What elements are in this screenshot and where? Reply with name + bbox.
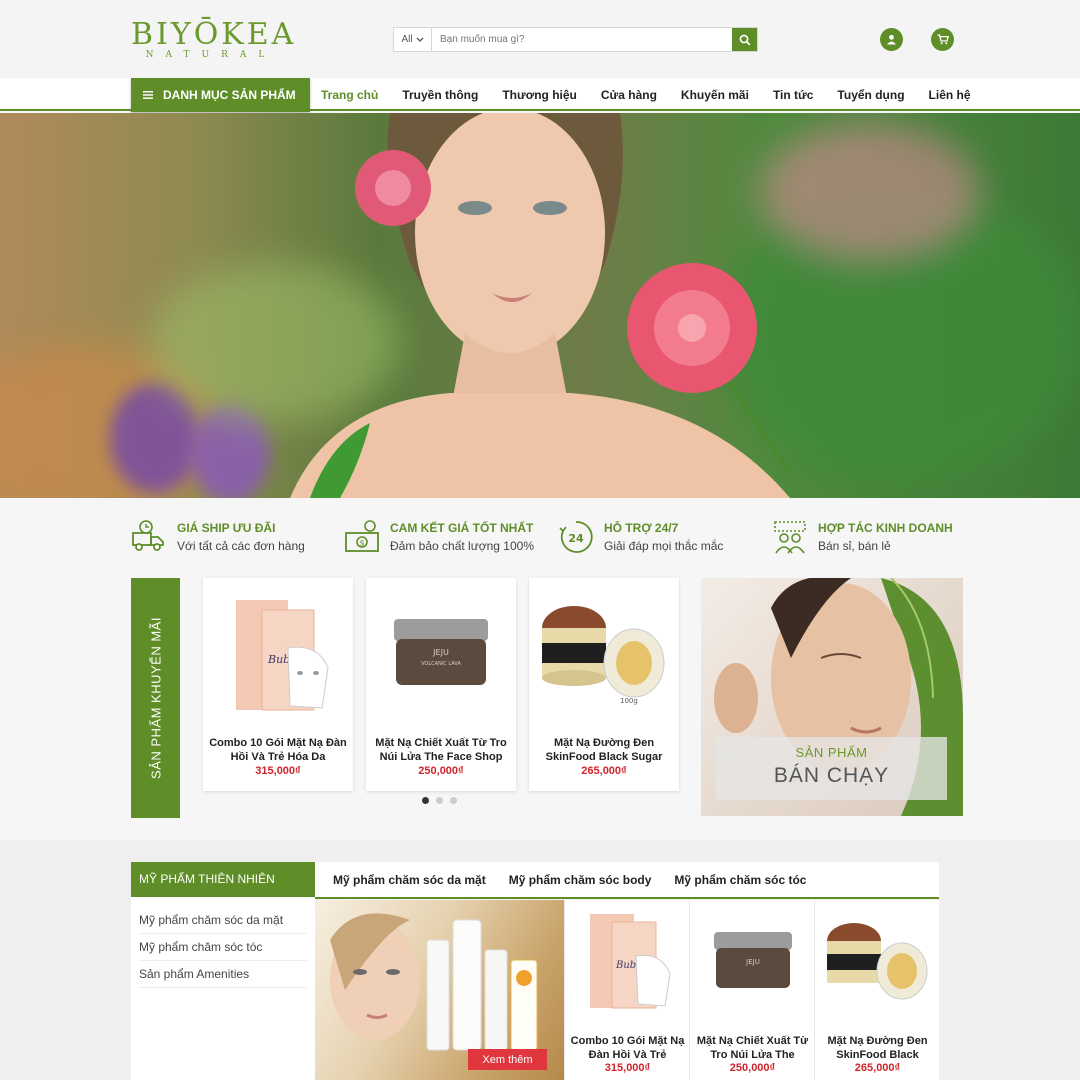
site-logo[interactable]: BIYŌKEA NATURAL: [131, 17, 297, 61]
partnership-icon: [774, 521, 806, 554]
nav-item-home[interactable]: Trang chủ: [321, 88, 378, 102]
nav-item-promotion[interactable]: Khuyến mãi: [681, 88, 749, 102]
tab-hair-care[interactable]: Mỹ phẩm chăm sóc tóc: [674, 873, 806, 887]
sidebar-item-hair-care[interactable]: Mỹ phẩm chăm sóc tóc: [139, 934, 307, 961]
product-image: JEJU VOLCANIC LAVA: [366, 578, 516, 728]
product-card[interactable]: 100g Mặt Nạ Đường Đen SkinFood Black Sug…: [529, 578, 679, 791]
see-more-button[interactable]: Xem thêm: [468, 1049, 547, 1070]
nav-links: Trang chủ Truyền thông Thương hiệu Cửa h…: [321, 78, 995, 111]
feature-subtitle: Với tất cả các đơn hàng: [177, 539, 305, 553]
product-price: 315,000₫: [604, 1062, 651, 1074]
product-name[interactable]: Mặt Nạ Chiết Xuất Từ Tro Núi Lửa The Fac…: [370, 736, 512, 764]
user-icon: [887, 34, 896, 45]
svg-text:100g: 100g: [620, 697, 638, 705]
brand-tagline: NATURAL: [145, 50, 277, 60]
search-category-value: All: [401, 34, 413, 45]
support-24-icon: 24: [559, 521, 593, 553]
product-image: [815, 900, 940, 1022]
nav-item-store[interactable]: Cửa hàng: [601, 88, 657, 102]
feature-subtitle: Giải đáp mọi thắc mắc: [604, 539, 724, 553]
bestseller-banner[interactable]: SẢN PHẨM BÁN CHẠY: [701, 578, 963, 816]
feature-title: HỖ TRỢ 24/7: [604, 521, 679, 535]
product-name[interactable]: Combo 10 Gói Mặt Nạ Đàn Hồi Và Trẻ Hóa D…: [207, 736, 349, 764]
feature-subtitle: Bán sỉ, bán lẻ: [818, 539, 891, 553]
nav-item-contact[interactable]: Liên hệ: [929, 88, 971, 102]
product-card[interactable]: Bubble Combo 10 Gói Mặt Nạ Đàn Hồi Và Tr…: [203, 578, 353, 791]
feature-subtitle: Đảm bảo chất lượng 100%: [390, 539, 534, 553]
nav-item-careers[interactable]: Tuyển dụng: [837, 88, 904, 102]
product-image: JEJU: [690, 900, 815, 1022]
sidebar-item-face-care[interactable]: Mỹ phẩm chăm sóc da mặt: [139, 907, 307, 934]
search-bar: All: [393, 27, 758, 52]
product-name[interactable]: Mặt Nạ Chiết Xuất Từ Tro Núi Lửa The: [693, 1034, 812, 1062]
search-button[interactable]: [732, 28, 757, 51]
category-menu-button[interactable]: DANH MỤC SẢN PHẨM: [131, 78, 310, 112]
carousel-dot[interactable]: [450, 797, 457, 804]
delivery-truck-icon: [132, 520, 164, 551]
product-price: 265,000₫: [854, 1062, 901, 1074]
product-price: 250,000₫: [729, 1062, 776, 1074]
section-heading: MỸ PHẨM THIÊN NHIÊN: [131, 862, 315, 897]
svg-text:VOLCANIC LAVA: VOLCANIC LAVA: [421, 661, 461, 667]
product-card[interactable]: JEJU Mặt Nạ Chiết Xuất Từ Tro Núi Lửa Th…: [689, 900, 814, 1080]
promo-label-text: SẢN PHẨM KHUYẾN MÃI: [148, 617, 163, 779]
nav-item-media[interactable]: Truyền thông: [402, 88, 478, 102]
sidebar-item-amenities[interactable]: Sản phẩm Amenities: [139, 961, 307, 988]
hamburger-icon: [143, 91, 153, 99]
product-price: 250,000₫: [418, 765, 464, 777]
bestseller-caption-line2: BÁN CHẠY: [773, 764, 890, 787]
feature-title: CAM KẾT GIÁ TỐT NHẤT: [390, 521, 534, 535]
product-card[interactable]: JEJU VOLCANIC LAVA Mặt Nạ Chiết Xuất Từ T…: [366, 578, 516, 791]
product-card[interactable]: Bubble Combo 10 Gói Mặt Nạ Đàn Hồi Và Tr…: [564, 900, 689, 1080]
nav-item-news[interactable]: Tin tức: [773, 88, 813, 102]
product-image: 100g: [529, 578, 679, 728]
search-icon: [739, 34, 750, 45]
svg-text:JEJU: JEJU: [745, 958, 760, 966]
main-nav: DANH MỤC SẢN PHẨM Trang chủ Truyền thông…: [0, 78, 1080, 112]
carousel-dot-active[interactable]: [422, 797, 429, 804]
product-card[interactable]: Mặt Nạ Đường Đen SkinFood Black 265,000₫: [814, 900, 939, 1080]
cart-button[interactable]: [931, 28, 954, 51]
promo-section-label: SẢN PHẨM KHUYẾN MÃI: [131, 578, 180, 818]
category-menu-label: DANH MỤC SẢN PHẨM: [163, 88, 296, 102]
cart-icon: [937, 34, 949, 45]
carousel-dot[interactable]: [436, 797, 443, 804]
hero-banner[interactable]: [0, 113, 1080, 498]
tab-face-care[interactable]: Mỹ phẩm chăm sóc da mặt: [333, 873, 486, 887]
search-category-select[interactable]: All: [394, 28, 432, 51]
svg-text:24: 24: [568, 532, 584, 545]
feature-title: HỢP TÁC KINH DOANH: [818, 521, 953, 535]
carousel-dots: [422, 797, 457, 804]
product-image: Bubble: [565, 900, 690, 1022]
product-image: Bubble: [203, 578, 353, 728]
account-button[interactable]: [880, 28, 903, 51]
product-name[interactable]: Combo 10 Gói Mặt Nạ Đàn Hồi Và Trẻ: [568, 1034, 687, 1062]
feature-title: GIÁ SHIP ƯU ĐÃI: [177, 521, 276, 535]
tab-body-care[interactable]: Mỹ phẩm chăm sóc body: [509, 873, 652, 887]
product-price: 315,000₫: [255, 765, 301, 777]
category-tabs: Mỹ phẩm chăm sóc da mặt Mỹ phẩm chăm sóc…: [315, 862, 939, 899]
brand-name: BIYŌKEA: [131, 17, 297, 52]
bestseller-caption-line1: SẢN PHẨM: [795, 745, 868, 760]
svg-text:$: $: [359, 539, 364, 548]
category-sidebar: Mỹ phẩm chăm sóc da mặt Mỹ phẩm chăm sóc…: [131, 897, 315, 1080]
svg-text:JEJU: JEJU: [432, 648, 449, 657]
search-input[interactable]: [432, 28, 732, 51]
nav-item-brand[interactable]: Thương hiệu: [502, 88, 577, 102]
product-name[interactable]: Mặt Nạ Đường Đen SkinFood Black: [818, 1034, 937, 1062]
product-price: 265,000₫: [581, 765, 627, 777]
bestseller-caption: SẢN PHẨM BÁN CHẠY: [716, 737, 947, 800]
site-header: BIYŌKEA NATURAL All: [0, 0, 1080, 78]
money-icon: $: [345, 520, 379, 552]
hero-model-image: [290, 113, 793, 498]
product-name[interactable]: Mặt Nạ Đường Đen SkinFood Black Sugar: [533, 736, 675, 764]
chevron-down-icon: [416, 37, 424, 42]
feature-strip: GIÁ SHIP ƯU ĐÃI Với tất cả các đơn hàng …: [131, 515, 953, 560]
